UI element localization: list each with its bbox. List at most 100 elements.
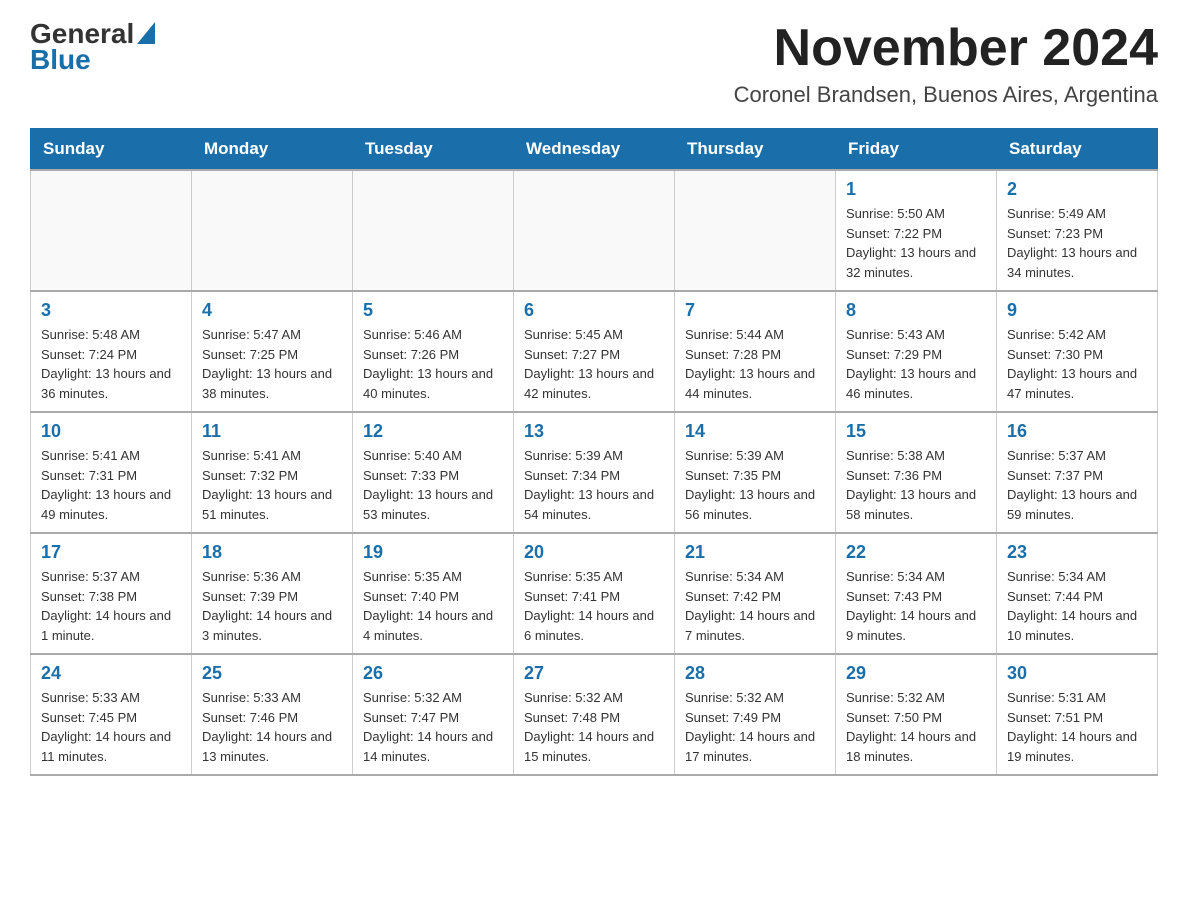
day-number: 6 <box>524 300 664 321</box>
day-number: 25 <box>202 663 342 684</box>
calendar-cell: 20 Sunrise: 5:35 AMSunset: 7:41 PMDayligh… <box>514 533 675 654</box>
day-info: Sunrise: 5:35 AMSunset: 7:40 PMDaylight:… <box>363 567 503 645</box>
day-number: 15 <box>846 421 986 442</box>
day-info: Sunrise: 5:33 AMSunset: 7:46 PMDaylight:… <box>202 688 342 766</box>
calendar-header-row: SundayMondayTuesdayWednesdayThursdayFrid… <box>31 129 1158 171</box>
day-info: Sunrise: 5:50 AMSunset: 7:22 PMDaylight:… <box>846 204 986 282</box>
day-info: Sunrise: 5:32 AMSunset: 7:49 PMDaylight:… <box>685 688 825 766</box>
calendar-week-5: 24 Sunrise: 5:33 AMSunset: 7:45 PMDayligh… <box>31 654 1158 775</box>
day-info: Sunrise: 5:38 AMSunset: 7:36 PMDaylight:… <box>846 446 986 524</box>
day-number: 12 <box>363 421 503 442</box>
calendar-cell: 8Sunrise: 5:43 AMSunset: 7:29 PMDaylight… <box>836 291 997 412</box>
calendar-cell: 21 Sunrise: 5:34 AMSunset: 7:42 PMDayligh… <box>675 533 836 654</box>
calendar-cell <box>514 170 675 291</box>
calendar-cell: 4 Sunrise: 5:47 AMSunset: 7:25 PMDaylight… <box>192 291 353 412</box>
day-header-monday: Monday <box>192 129 353 171</box>
calendar-cell <box>31 170 192 291</box>
day-info: Sunrise: 5:41 AMSunset: 7:31 PMDaylight:… <box>41 446 181 524</box>
day-info: Sunrise: 5:45 AMSunset: 7:27 PMDaylight:… <box>524 325 664 403</box>
day-info: Sunrise: 5:47 AMSunset: 7:25 PMDaylight:… <box>202 325 342 403</box>
calendar-cell: 17 Sunrise: 5:37 AMSunset: 7:38 PMDayligh… <box>31 533 192 654</box>
calendar-cell <box>353 170 514 291</box>
day-number: 28 <box>685 663 825 684</box>
day-header-thursday: Thursday <box>675 129 836 171</box>
calendar-week-3: 10 Sunrise: 5:41 AMSunset: 7:31 PMDayligh… <box>31 412 1158 533</box>
day-info: Sunrise: 5:32 AMSunset: 7:47 PMDaylight:… <box>363 688 503 766</box>
day-number: 14 <box>685 421 825 442</box>
logo-blue: Blue <box>30 44 91 76</box>
day-info: Sunrise: 5:31 AMSunset: 7:51 PMDaylight:… <box>1007 688 1147 766</box>
calendar-cell: 3 Sunrise: 5:48 AMSunset: 7:24 PMDaylight… <box>31 291 192 412</box>
day-info: Sunrise: 5:40 AMSunset: 7:33 PMDaylight:… <box>363 446 503 524</box>
calendar-cell: 2Sunrise: 5:49 AMSunset: 7:23 PMDaylight… <box>997 170 1158 291</box>
calendar-cell: 12 Sunrise: 5:40 AMSunset: 7:33 PMDayligh… <box>353 412 514 533</box>
day-number: 16 <box>1007 421 1147 442</box>
day-info: Sunrise: 5:44 AMSunset: 7:28 PMDaylight:… <box>685 325 825 403</box>
day-info: Sunrise: 5:32 AMSunset: 7:48 PMDaylight:… <box>524 688 664 766</box>
title-block: November 2024 Coronel Brandsen, Buenos A… <box>734 20 1158 108</box>
day-number: 19 <box>363 542 503 563</box>
day-info: Sunrise: 5:36 AMSunset: 7:39 PMDaylight:… <box>202 567 342 645</box>
calendar-cell: 13 Sunrise: 5:39 AMSunset: 7:34 PMDayligh… <box>514 412 675 533</box>
calendar-cell: 27 Sunrise: 5:32 AMSunset: 7:48 PMDayligh… <box>514 654 675 775</box>
month-title: November 2024 <box>734 20 1158 77</box>
day-info: Sunrise: 5:32 AMSunset: 7:50 PMDaylight:… <box>846 688 986 766</box>
day-info: Sunrise: 5:39 AMSunset: 7:35 PMDaylight:… <box>685 446 825 524</box>
logo-triangle-icon <box>137 22 155 44</box>
day-number: 7 <box>685 300 825 321</box>
day-info: Sunrise: 5:33 AMSunset: 7:45 PMDaylight:… <box>41 688 181 766</box>
day-number: 13 <box>524 421 664 442</box>
day-info: Sunrise: 5:34 AMSunset: 7:42 PMDaylight:… <box>685 567 825 645</box>
day-number: 18 <box>202 542 342 563</box>
calendar-cell: 19 Sunrise: 5:35 AMSunset: 7:40 PMDayligh… <box>353 533 514 654</box>
day-number: 11 <box>202 421 342 442</box>
day-number: 4 <box>202 300 342 321</box>
day-info: Sunrise: 5:41 AMSunset: 7:32 PMDaylight:… <box>202 446 342 524</box>
calendar-cell: 18 Sunrise: 5:36 AMSunset: 7:39 PMDayligh… <box>192 533 353 654</box>
day-number: 20 <box>524 542 664 563</box>
day-info: Sunrise: 5:43 AMSunset: 7:29 PMDaylight:… <box>846 325 986 403</box>
day-number: 1 <box>846 179 986 200</box>
calendar-week-2: 3 Sunrise: 5:48 AMSunset: 7:24 PMDaylight… <box>31 291 1158 412</box>
day-info: Sunrise: 5:37 AMSunset: 7:37 PMDaylight:… <box>1007 446 1147 524</box>
logo: General Blue <box>30 20 155 76</box>
day-number: 3 <box>41 300 181 321</box>
location-title: Coronel Brandsen, Buenos Aires, Argentin… <box>734 82 1158 108</box>
day-info: Sunrise: 5:37 AMSunset: 7:38 PMDaylight:… <box>41 567 181 645</box>
day-number: 2 <box>1007 179 1147 200</box>
day-header-sunday: Sunday <box>31 129 192 171</box>
day-info: Sunrise: 5:35 AMSunset: 7:41 PMDaylight:… <box>524 567 664 645</box>
day-info: Sunrise: 5:39 AMSunset: 7:34 PMDaylight:… <box>524 446 664 524</box>
day-info: Sunrise: 5:48 AMSunset: 7:24 PMDaylight:… <box>41 325 181 403</box>
day-header-saturday: Saturday <box>997 129 1158 171</box>
day-number: 10 <box>41 421 181 442</box>
calendar-cell: 15 Sunrise: 5:38 AMSunset: 7:36 PMDayligh… <box>836 412 997 533</box>
day-number: 22 <box>846 542 986 563</box>
day-number: 9 <box>1007 300 1147 321</box>
calendar-cell: 5Sunrise: 5:46 AMSunset: 7:26 PMDaylight… <box>353 291 514 412</box>
calendar-cell: 16 Sunrise: 5:37 AMSunset: 7:37 PMDayligh… <box>997 412 1158 533</box>
calendar-cell: 28 Sunrise: 5:32 AMSunset: 7:49 PMDayligh… <box>675 654 836 775</box>
day-number: 24 <box>41 663 181 684</box>
calendar-cell: 24 Sunrise: 5:33 AMSunset: 7:45 PMDayligh… <box>31 654 192 775</box>
day-number: 29 <box>846 663 986 684</box>
calendar-week-1: 1 Sunrise: 5:50 AMSunset: 7:22 PMDaylight… <box>31 170 1158 291</box>
day-number: 5 <box>363 300 503 321</box>
calendar-cell <box>192 170 353 291</box>
calendar-cell: 30Sunrise: 5:31 AMSunset: 7:51 PMDayligh… <box>997 654 1158 775</box>
day-number: 17 <box>41 542 181 563</box>
calendar-cell: 9 Sunrise: 5:42 AMSunset: 7:30 PMDaylight… <box>997 291 1158 412</box>
calendar-cell: 14 Sunrise: 5:39 AMSunset: 7:35 PMDayligh… <box>675 412 836 533</box>
calendar-cell: 22 Sunrise: 5:34 AMSunset: 7:43 PMDayligh… <box>836 533 997 654</box>
day-number: 21 <box>685 542 825 563</box>
calendar-cell: 10 Sunrise: 5:41 AMSunset: 7:31 PMDayligh… <box>31 412 192 533</box>
day-info: Sunrise: 5:34 AMSunset: 7:43 PMDaylight:… <box>846 567 986 645</box>
day-info: Sunrise: 5:42 AMSunset: 7:30 PMDaylight:… <box>1007 325 1147 403</box>
calendar-cell: 6 Sunrise: 5:45 AMSunset: 7:27 PMDaylight… <box>514 291 675 412</box>
calendar-cell: 29 Sunrise: 5:32 AMSunset: 7:50 PMDayligh… <box>836 654 997 775</box>
day-number: 26 <box>363 663 503 684</box>
calendar-cell: 11 Sunrise: 5:41 AMSunset: 7:32 PMDayligh… <box>192 412 353 533</box>
day-info: Sunrise: 5:34 AMSunset: 7:44 PMDaylight:… <box>1007 567 1147 645</box>
calendar-cell: 23Sunrise: 5:34 AMSunset: 7:44 PMDayligh… <box>997 533 1158 654</box>
day-number: 27 <box>524 663 664 684</box>
